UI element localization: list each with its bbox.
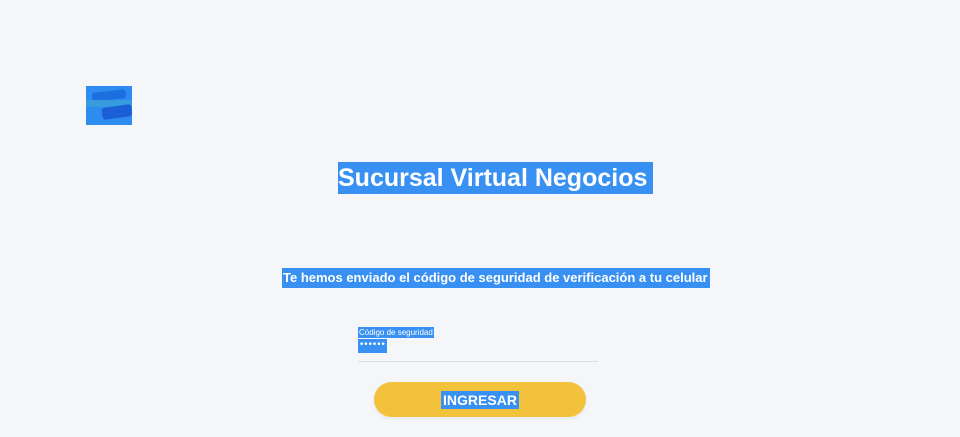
security-code-label: Código de seguridad	[358, 327, 434, 338]
security-code-input[interactable]: ••••••	[358, 339, 387, 353]
login-page: Sucursal Virtual Negocios Te hemos envia…	[0, 0, 960, 437]
security-code-field[interactable]: Código de seguridad ••••••	[358, 327, 598, 362]
bank-logo-icon	[86, 86, 132, 125]
verification-message: Te hemos enviado el código de seguridad …	[282, 268, 710, 288]
page-title: Sucursal Virtual Negocios	[338, 162, 654, 194]
ingresar-button[interactable]: INGRESAR	[374, 382, 586, 417]
ingresar-button-label: INGRESAR	[441, 391, 519, 409]
